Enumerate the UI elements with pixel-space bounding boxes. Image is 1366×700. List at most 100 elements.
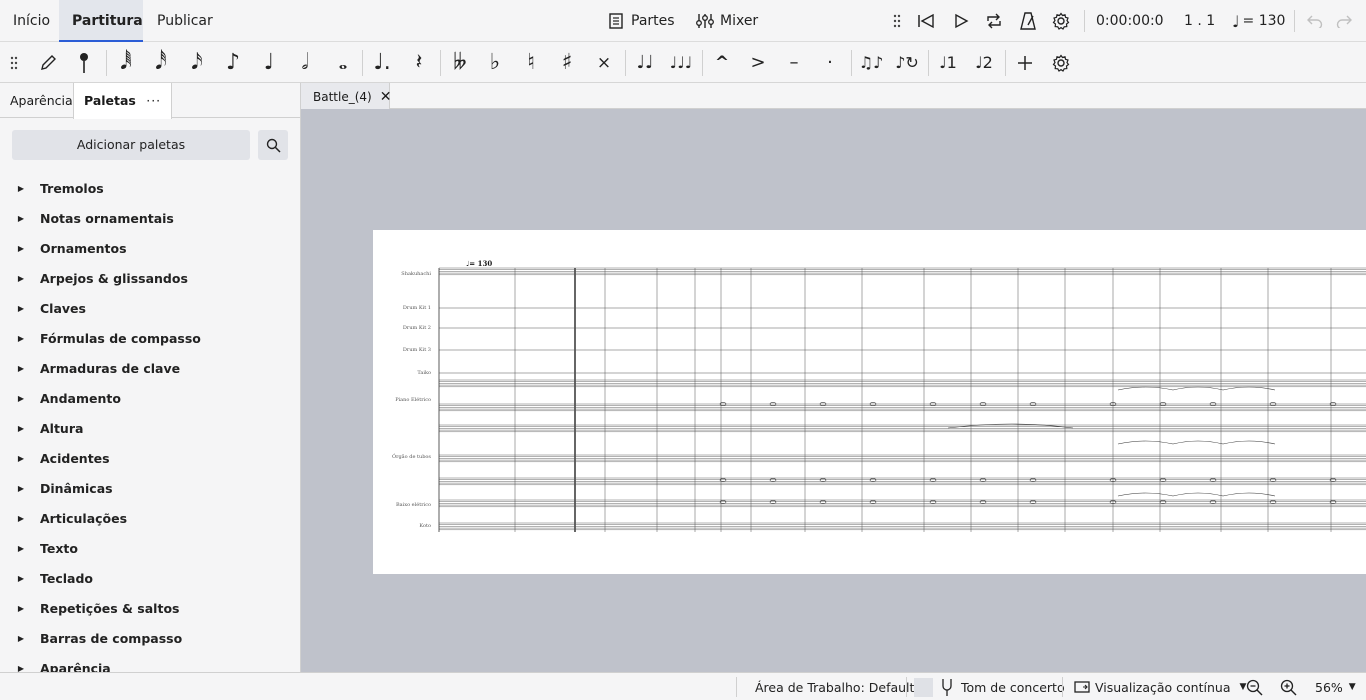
double-flat-icon[interactable]: 𝄫 (443, 42, 477, 83)
rewind-icon[interactable] (915, 0, 937, 42)
tab-battle[interactable]: Battle_(4) ✕ (301, 83, 392, 110)
expand-arrow-icon[interactable]: ▶ (0, 244, 40, 253)
status-bar: Área de Trabalho: Default Tom de concert… (0, 672, 1366, 700)
whole-note-icon[interactable]: 𝅝 (326, 42, 360, 83)
expand-arrow-icon[interactable]: ▶ (0, 304, 40, 313)
palette-item[interactable]: ▶ Barras de compasso (0, 623, 300, 653)
palette-item[interactable]: ▶ Ornamentos (0, 233, 300, 263)
expand-arrow-icon[interactable]: ▶ (0, 454, 40, 463)
accent-icon[interactable]: > (741, 42, 775, 83)
eighth-note-icon[interactable]: ♪ (216, 42, 250, 83)
64th-note-icon[interactable]: 𝅘𝅥𝅱 (109, 42, 143, 83)
expand-arrow-icon[interactable]: ▶ (0, 574, 40, 583)
search-palettes-button[interactable] (258, 130, 288, 160)
playback-settings-icon[interactable] (1050, 0, 1072, 42)
natural-icon[interactable]: ♮ (514, 42, 548, 83)
tie-icon[interactable]: ♩♩ (628, 42, 662, 83)
expand-arrow-icon[interactable]: ▶ (0, 424, 40, 433)
toolbar-settings-icon[interactable] (1044, 42, 1078, 83)
undo-icon[interactable] (1305, 0, 1325, 42)
tenuto-icon[interactable]: – (777, 42, 811, 83)
tab-inicio[interactable]: Início (0, 0, 63, 42)
zoom-in-icon[interactable] (1278, 673, 1298, 700)
augmentation-dot-icon[interactable]: ♩. (365, 42, 399, 83)
expand-arrow-icon[interactable]: ▶ (0, 364, 40, 373)
tempo-marking: ♩= 130 (466, 259, 493, 268)
palettes-panel: Aparência Paletas ··· Adicionar paletas … (0, 83, 301, 676)
slur-icon[interactable]: ♩♩♩ (664, 42, 698, 83)
zoom-out-icon[interactable] (1244, 673, 1264, 700)
view-mode-dropdown[interactable]: Visualização contínua ▼ (1074, 673, 1246, 700)
expand-arrow-icon[interactable]: ▶ (0, 334, 40, 343)
add-icon[interactable] (1008, 42, 1042, 83)
palette-item[interactable]: ▶ Articulações (0, 503, 300, 533)
drag-handle-icon[interactable] (0, 42, 28, 83)
expand-arrow-icon[interactable]: ▶ (0, 184, 40, 193)
half-note-icon[interactable]: 𝅗𝅥 (288, 42, 322, 83)
more-options-icon[interactable]: ··· (146, 93, 161, 108)
concert-pitch-checkbox[interactable] (914, 677, 933, 697)
palette-item[interactable]: ▶ Texto (0, 533, 300, 563)
metronome-icon[interactable] (1017, 0, 1039, 42)
chevron-down-icon: ▼ (1348, 682, 1356, 692)
divider (736, 677, 737, 697)
palette-item[interactable]: ▶ Notas ornamentais (0, 203, 300, 233)
expand-arrow-icon[interactable]: ▶ (0, 514, 40, 523)
note-input-pencil-icon[interactable] (31, 42, 65, 83)
score-notation[interactable]: Shakuhachi Drum Kit 1 Drum Kit 2 Drum Kit 3… (373, 230, 1366, 574)
zoom-level[interactable]: 56% ▼ (1315, 673, 1356, 700)
loop-icon[interactable] (983, 0, 1005, 42)
concert-pitch-toggle[interactable]: Tom de concerto (914, 673, 1065, 700)
palette-item[interactable]: ▶ Armaduras de clave (0, 353, 300, 383)
tab-paletas[interactable]: Paletas ··· (73, 83, 173, 119)
flat-icon[interactable]: ♭ (478, 42, 512, 83)
play-icon[interactable] (950, 0, 972, 42)
add-palettes-button[interactable]: Adicionar paletas (12, 130, 250, 160)
palette-item[interactable]: ▶ Teclado (0, 563, 300, 593)
palette-item[interactable]: ▶ Tremolos (0, 173, 300, 203)
note (769, 500, 777, 504)
32nd-note-icon[interactable]: 𝅘𝅥𝅰 (144, 42, 178, 83)
workspace-selector[interactable]: Área de Trabalho: Default (755, 673, 914, 700)
expand-arrow-icon[interactable]: ▶ (0, 544, 40, 553)
palette-item[interactable]: ▶ Dinâmicas (0, 473, 300, 503)
palette-item[interactable]: ▶ Acidentes (0, 443, 300, 473)
palette-item[interactable]: ▶ Altura (0, 413, 300, 443)
tab-publicar[interactable]: Publicar (144, 0, 226, 42)
score-page[interactable]: Shakuhachi Drum Kit 1 Drum Kit 2 Drum Kit 3… (373, 230, 1366, 574)
palette-item[interactable]: ▶ Arpejos & glissandos (0, 263, 300, 293)
voice-1-icon[interactable]: ♩1 (931, 42, 965, 83)
score-canvas[interactable]: Shakuhachi Drum Kit 1 Drum Kit 2 Drum Kit 3… (301, 109, 1366, 672)
expand-arrow-icon[interactable]: ▶ (0, 394, 40, 403)
palette-item[interactable]: ▶ Andamento (0, 383, 300, 413)
tab-partitura[interactable]: Partitura (59, 0, 143, 42)
separator (851, 50, 852, 76)
input-mode-icon[interactable] (67, 42, 101, 83)
redo-icon[interactable] (1334, 0, 1354, 42)
16th-note-icon[interactable]: 𝅘𝅥𝅯 (180, 42, 214, 83)
sharp-icon[interactable]: ♯ (550, 42, 584, 83)
note (869, 478, 877, 482)
palette-item[interactable]: ▶ Fórmulas de compasso (0, 323, 300, 353)
rest-icon[interactable]: 𝄽 (402, 42, 436, 83)
voice-2-icon[interactable]: ♩2 (967, 42, 1001, 83)
drag-handle-icon[interactable] (890, 0, 904, 42)
double-sharp-icon[interactable]: × (587, 42, 621, 83)
expand-arrow-icon[interactable]: ▶ (0, 604, 40, 613)
close-icon[interactable]: ✕ (380, 89, 392, 105)
tab-aparencia[interactable]: Aparência (0, 83, 83, 118)
expand-arrow-icon[interactable]: ▶ (0, 634, 40, 643)
view-mode-icon (1074, 680, 1090, 694)
mixer-button[interactable]: Mixer (696, 0, 758, 42)
quarter-note-icon[interactable]: ♩ (252, 42, 286, 83)
palette-item[interactable]: ▶ Repetições & saltos (0, 593, 300, 623)
tuplet-icon[interactable]: ♫♪ (854, 42, 888, 83)
flip-direction-icon[interactable]: ♪↻ (890, 42, 924, 83)
staccato-icon[interactable]: · (813, 42, 847, 83)
expand-arrow-icon[interactable]: ▶ (0, 484, 40, 493)
expand-arrow-icon[interactable]: ▶ (0, 214, 40, 223)
parts-button[interactable]: Partes (609, 0, 675, 42)
marcato-icon[interactable]: ^ (705, 42, 739, 83)
palette-item[interactable]: ▶ Claves (0, 293, 300, 323)
expand-arrow-icon[interactable]: ▶ (0, 274, 40, 283)
